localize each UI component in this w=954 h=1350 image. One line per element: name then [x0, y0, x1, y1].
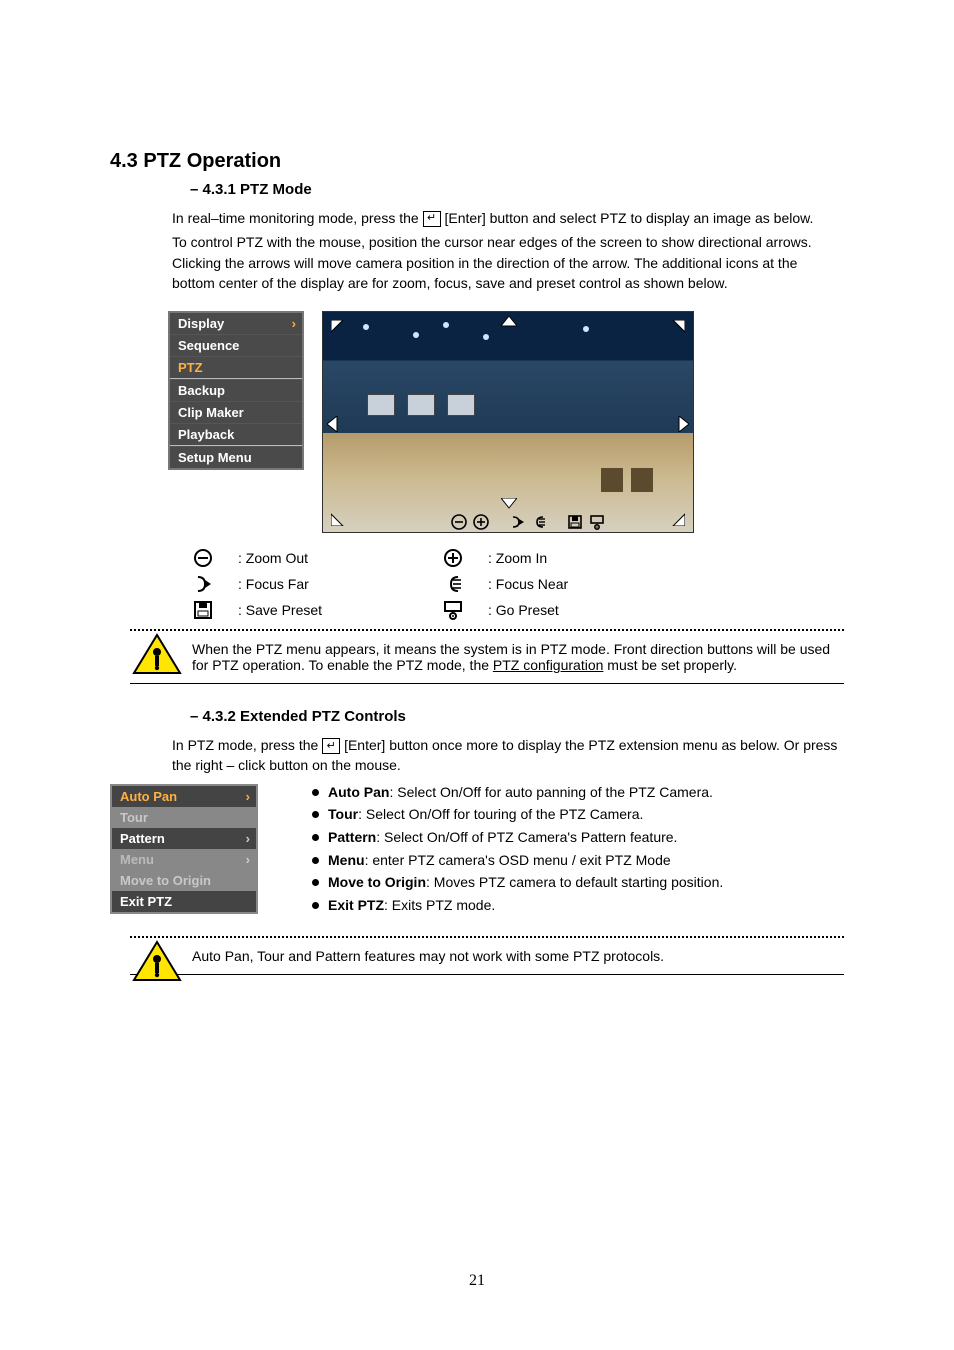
menu-item-setup[interactable]: Setup Menu [170, 446, 302, 468]
save-preset-icon[interactable] [567, 514, 583, 530]
arrow-up-left-icon[interactable] [331, 320, 347, 336]
legend-text: : Save Preset [238, 602, 418, 618]
menu-item-clipmaker[interactable]: Clip Maker [170, 401, 302, 423]
arrow-up-icon[interactable] [501, 316, 517, 328]
page-number: 21 [0, 1272, 954, 1290]
enter-key-icon: ↵ [322, 738, 340, 754]
legend-text: : Focus Near [488, 576, 668, 592]
focus-near-icon [443, 574, 463, 594]
enter-key-icon: ↵ [423, 211, 441, 227]
list-item: Menu: enter PTZ camera's OSD menu / exit… [308, 851, 844, 871]
caution-icon [132, 940, 182, 984]
body-text: To control PTZ with the mouse, position … [172, 232, 844, 293]
menu-item-display[interactable]: Display [170, 313, 302, 334]
menu-item-playback[interactable]: Playback [170, 423, 302, 445]
menu-item-ptz[interactable]: PTZ [170, 356, 302, 378]
arrow-left-icon[interactable] [327, 416, 339, 432]
focus-far-icon [193, 574, 213, 594]
list-item: Move to Origin: Moves PTZ camera to defa… [308, 873, 844, 893]
media-row: Display Sequence PTZ Backup Clip Maker P… [168, 311, 844, 533]
focus-near-icon[interactable] [531, 514, 547, 530]
list-item: Auto Pan: Select On/Off for auto panning… [308, 783, 844, 803]
focus-far-icon[interactable] [509, 514, 525, 530]
body-text: In real–time monitoring mode, press the … [172, 208, 844, 228]
dash-icon: – [190, 181, 203, 198]
subsection-title: – 4.3.1 PTZ Mode [190, 181, 844, 198]
body-text: In PTZ mode, press the ↵ [Enter] button … [172, 735, 844, 776]
list-item: Exit PTZ: Exits PTZ mode. [308, 896, 844, 916]
ptz-menu-tour[interactable]: Tour [112, 807, 256, 828]
legend-text: : Go Preset [488, 602, 668, 618]
feature-list: Auto Pan: Select On/Off for auto panning… [308, 783, 844, 916]
legend-text: : Focus Far [238, 576, 418, 592]
list-item: Tour: Select On/Off for touring of the P… [308, 805, 844, 825]
zoom-out-icon [193, 548, 213, 568]
ptz-menu-exit[interactable]: Exit PTZ [112, 891, 256, 912]
arrow-down-right-icon[interactable] [669, 510, 685, 526]
subsection-title: – 4.3.2 Extended PTZ Controls [190, 708, 844, 725]
legend-text: : Zoom In [488, 550, 668, 566]
arrow-up-right-icon[interactable] [669, 320, 685, 336]
arrow-right-icon[interactable] [677, 416, 689, 432]
arrow-down-icon[interactable] [501, 498, 517, 510]
icon-legend-table: : Zoom Out : Zoom In : Focus Far : Focus… [168, 545, 688, 623]
menu-item-backup[interactable]: Backup [170, 379, 302, 401]
zoom-in-icon[interactable] [473, 514, 489, 530]
caution-block: Auto Pan, Tour and Pattern features may … [130, 936, 844, 975]
caution-block: When the PTZ menu appears, it means the … [130, 629, 844, 684]
zoom-out-icon[interactable] [451, 514, 467, 530]
caution-text: Auto Pan, Tour and Pattern features may … [192, 948, 664, 964]
caution-icon [132, 633, 182, 677]
ptz-menu-menu[interactable]: Menu [112, 849, 256, 870]
list-item: Pattern: Select On/Off of PTZ Camera's P… [308, 828, 844, 848]
save-preset-icon [193, 600, 213, 620]
ptz-icon-strip [451, 514, 605, 530]
go-preset-icon[interactable] [589, 514, 605, 530]
zoom-in-icon [443, 548, 463, 568]
arrow-down-left-icon[interactable] [331, 510, 347, 526]
caution-link[interactable]: PTZ configuration [493, 657, 604, 673]
section-title: 4.3 PTZ Operation [110, 150, 844, 173]
context-menu[interactable]: Display Sequence PTZ Backup Clip Maker P… [168, 311, 304, 470]
go-preset-icon [443, 600, 463, 620]
dash-icon: – [190, 708, 203, 725]
ptz-menu-origin[interactable]: Move to Origin [112, 870, 256, 891]
menu-item-sequence[interactable]: Sequence [170, 334, 302, 356]
caution-text: must be set properly. [607, 657, 737, 673]
ptz-video-view[interactable] [322, 311, 694, 533]
legend-text: : Zoom Out [238, 550, 418, 566]
ptz-menu-autopan[interactable]: Auto Pan [112, 786, 256, 807]
ptz-extension-menu[interactable]: Auto Pan Tour Pattern Menu Move to Origi… [110, 784, 258, 914]
ptz-menu-pattern[interactable]: Pattern [112, 828, 256, 849]
